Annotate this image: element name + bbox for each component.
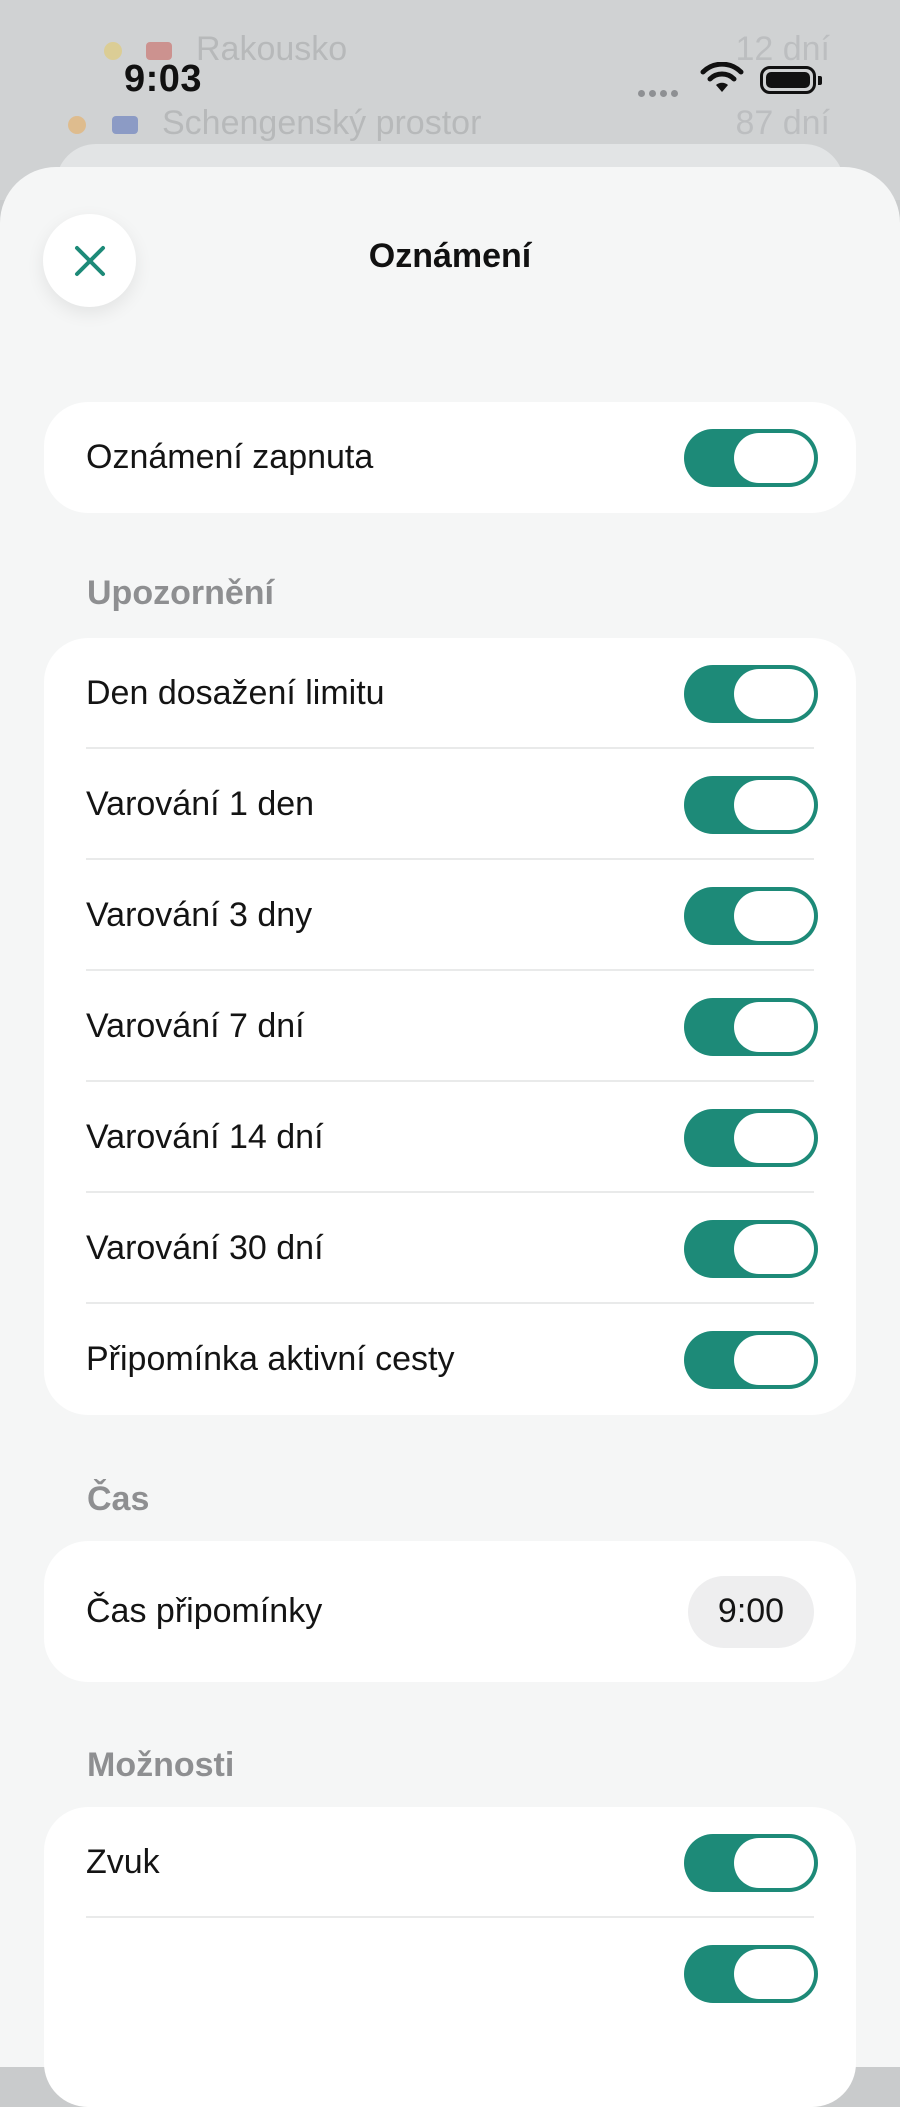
reminder-time-picker[interactable]: 9:00	[688, 1575, 814, 1648]
toggle-knob	[734, 668, 814, 719]
section-header-options: Možnosti	[87, 1746, 235, 1784]
warning-7-days-toggle[interactable]	[684, 997, 818, 1056]
background-row: Schengenský prostor 87 dní	[0, 100, 900, 150]
toggle-knob	[734, 1837, 814, 1888]
flag-icon	[104, 42, 122, 60]
time-card: Čas připomínky 9:00	[44, 1541, 856, 1682]
toggle-knob	[734, 1001, 814, 1052]
alerts-card: Den dosažení limitu Varování 1 den Varov…	[44, 638, 856, 1415]
option-row-sound: Zvuk	[44, 1807, 856, 1918]
option-row	[44, 1918, 856, 2029]
alert-label: Připomínka aktivní cesty	[86, 1340, 455, 1378]
alert-label: Varování 30 dní	[86, 1229, 324, 1267]
alert-label: Varování 14 dní	[86, 1118, 324, 1156]
cellular-signal-icon	[638, 84, 682, 102]
toggle-knob	[734, 1223, 814, 1274]
alert-label: Varování 7 dní	[86, 1007, 305, 1045]
master-toggle-label: Oznámení zapnuta	[86, 438, 374, 476]
toggle-knob	[734, 1112, 814, 1163]
toggle-knob	[734, 890, 814, 941]
options-card: Zvuk	[44, 1807, 856, 2107]
warning-3-days-toggle[interactable]	[684, 886, 818, 945]
option-toggle[interactable]	[684, 1944, 818, 2003]
toggle-knob	[734, 779, 814, 830]
alert-row-30-days: Varování 30 dní	[44, 1193, 856, 1304]
alert-row-active-trip: Připomínka aktivní cesty	[44, 1304, 856, 1415]
battery-icon	[760, 66, 822, 94]
option-label: Zvuk	[86, 1843, 160, 1881]
alert-row-14-days: Varování 14 dní	[44, 1082, 856, 1193]
reminder-time-row: Čas připomínky 9:00	[44, 1541, 856, 1682]
alert-row-7-days: Varování 7 dní	[44, 971, 856, 1082]
toggle-knob	[734, 432, 814, 483]
toggle-knob	[734, 1334, 814, 1385]
alert-row-limit-day: Den dosažení limitu	[44, 638, 856, 749]
flag-icon	[68, 116, 86, 134]
section-header-time: Čas	[87, 1480, 150, 1518]
background-row-label: Schengenský prostor	[162, 104, 482, 142]
alert-label: Varování 3 dny	[86, 896, 313, 934]
sound-toggle[interactable]	[684, 1833, 818, 1892]
warning-30-days-toggle[interactable]	[684, 1219, 818, 1278]
alert-label: Den dosažení limitu	[86, 674, 385, 712]
wifi-icon	[700, 61, 744, 101]
section-header-alerts: Upozornění	[87, 574, 274, 612]
notifications-sheet: Oznámení Oznámení zapnuta Upozornění Den…	[0, 167, 900, 2107]
flag-icon	[112, 116, 138, 134]
background-row-label: Rakousko	[196, 30, 348, 68]
toggle-knob	[734, 1948, 814, 1999]
reminder-time-label: Čas připomínky	[86, 1592, 323, 1630]
master-toggle-row: Oznámení zapnuta	[44, 402, 856, 513]
background-row-value: 87 dní	[735, 104, 830, 142]
background-row-value: 12 dní	[735, 30, 830, 68]
notifications-enabled-toggle[interactable]	[684, 428, 818, 487]
alert-label: Varování 1 den	[86, 785, 315, 823]
active-trip-reminder-toggle[interactable]	[684, 1330, 818, 1389]
sheet-title: Oznámení	[368, 237, 532, 275]
alert-row-1-day: Varování 1 den	[44, 749, 856, 860]
master-toggle-card: Oznámení zapnuta	[44, 402, 856, 513]
warning-14-days-toggle[interactable]	[684, 1108, 818, 1167]
alert-row-3-days: Varování 3 dny	[44, 860, 856, 971]
warning-1-day-toggle[interactable]	[684, 775, 818, 834]
status-time: 9:03	[124, 58, 203, 100]
limit-day-toggle[interactable]	[684, 664, 818, 723]
